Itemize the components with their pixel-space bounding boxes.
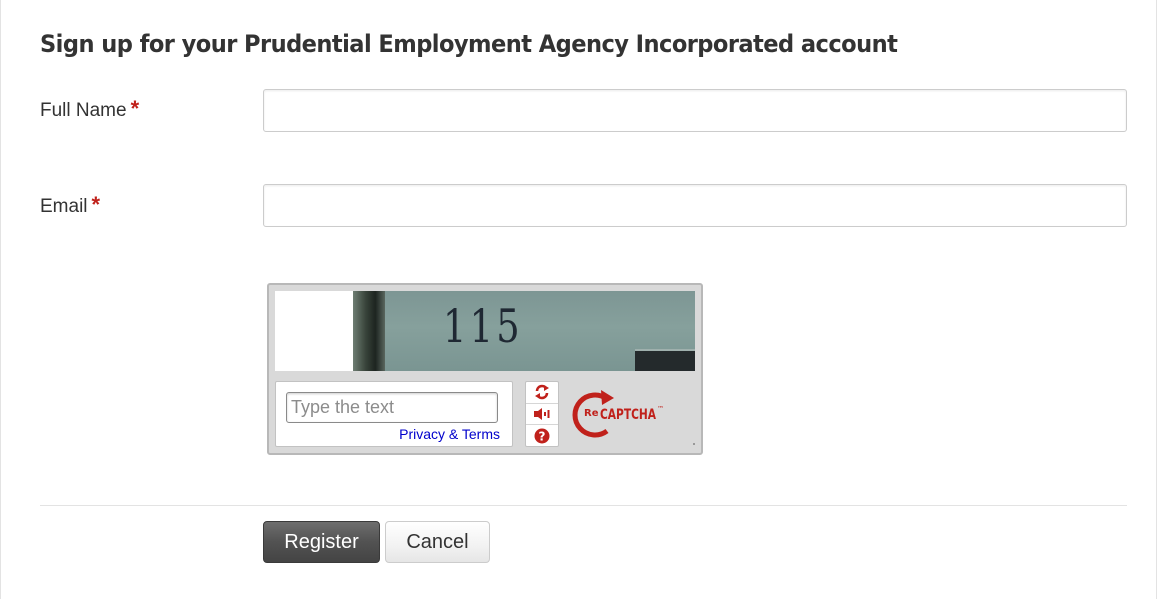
email-input[interactable] — [263, 184, 1127, 227]
recaptcha-logo-tm: ™ — [657, 405, 664, 413]
full-name-input[interactable] — [263, 89, 1127, 132]
captcha-dot — [693, 443, 695, 445]
svg-text:?: ? — [539, 429, 546, 443]
recaptcha-widget: 115 Privacy & Terms ? — [267, 283, 703, 455]
privacy-terms-link[interactable]: Privacy & Terms — [399, 426, 500, 442]
captcha-entry-box: Privacy & Terms — [275, 381, 513, 447]
required-marker: * — [130, 96, 140, 121]
recaptcha-logo-re: Re — [584, 408, 599, 419]
help-icon[interactable]: ? — [526, 425, 558, 446]
email-label-text: Email — [40, 196, 88, 217]
captcha-challenge-image: 115 — [275, 291, 695, 371]
captcha-photo-edge — [353, 291, 385, 371]
recaptcha-logo: Re CAPTCHA ™ — [567, 385, 677, 445]
full-name-label-text: Full Name — [40, 100, 127, 121]
audio-icon[interactable] — [526, 404, 558, 426]
form-divider — [40, 505, 1127, 506]
captcha-response-input[interactable] — [286, 392, 498, 423]
required-marker: * — [91, 192, 101, 217]
captcha-challenge-text: 115 — [443, 299, 523, 353]
recaptcha-logo-text: CAPTCHA — [600, 407, 656, 423]
cancel-button[interactable]: Cancel — [385, 521, 490, 563]
refresh-icon[interactable] — [526, 382, 558, 404]
captcha-controls: ? — [525, 381, 559, 447]
captcha-photo: 115 — [353, 291, 695, 371]
page-title: Sign up for your Prudential Employment A… — [40, 30, 898, 58]
register-button[interactable]: Register — [263, 521, 380, 563]
email-label: Email * — [40, 192, 100, 218]
full-name-label: Full Name * — [40, 96, 139, 122]
captcha-photo-frame — [635, 349, 695, 371]
